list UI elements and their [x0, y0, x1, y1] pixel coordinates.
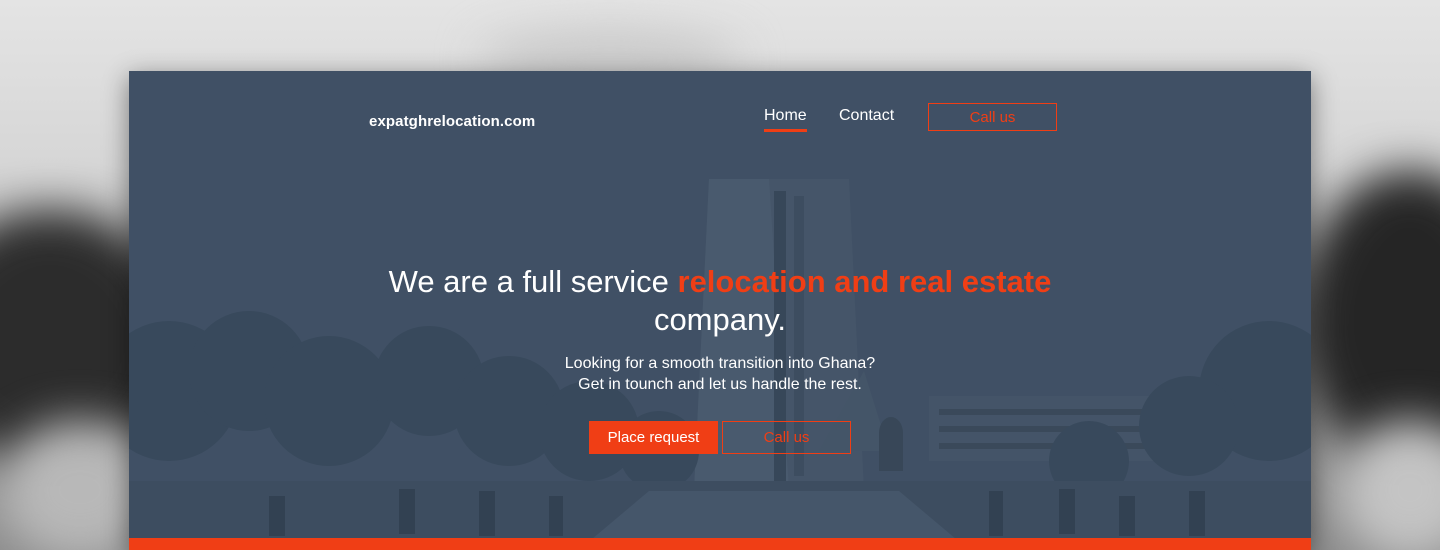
hero-buttons: Place request Call us — [589, 421, 851, 454]
subtitle-line-2: Get in tounch and let us handle the rest… — [578, 376, 862, 393]
headline-accent: relocation and real estate — [677, 264, 1052, 299]
place-request-button[interactable]: Place request — [589, 421, 718, 454]
headline-suffix: company. — [653, 302, 787, 337]
hero-subtitle: Looking for a smooth transition into Gha… — [129, 353, 1311, 395]
nav-call-button[interactable]: Call us — [928, 103, 1057, 131]
site-logo[interactable]: expatghrelocation.com — [369, 113, 535, 130]
headline-prefix: We are a full service — [388, 264, 678, 299]
hero-call-button[interactable]: Call us — [722, 421, 851, 454]
accent-bottom-bar — [129, 538, 1311, 550]
hero-headline: We are a full service relocation and rea… — [129, 263, 1311, 339]
hero-section: We are a full service relocation and rea… — [129, 263, 1311, 395]
nav-contact-link[interactable]: Contact — [839, 107, 894, 125]
nav-home-link[interactable]: Home — [764, 107, 807, 132]
subtitle-line-1: Looking for a smooth transition into Gha… — [564, 355, 876, 372]
website-preview-card: expatghrelocation.com Home Contact Call … — [129, 71, 1311, 550]
